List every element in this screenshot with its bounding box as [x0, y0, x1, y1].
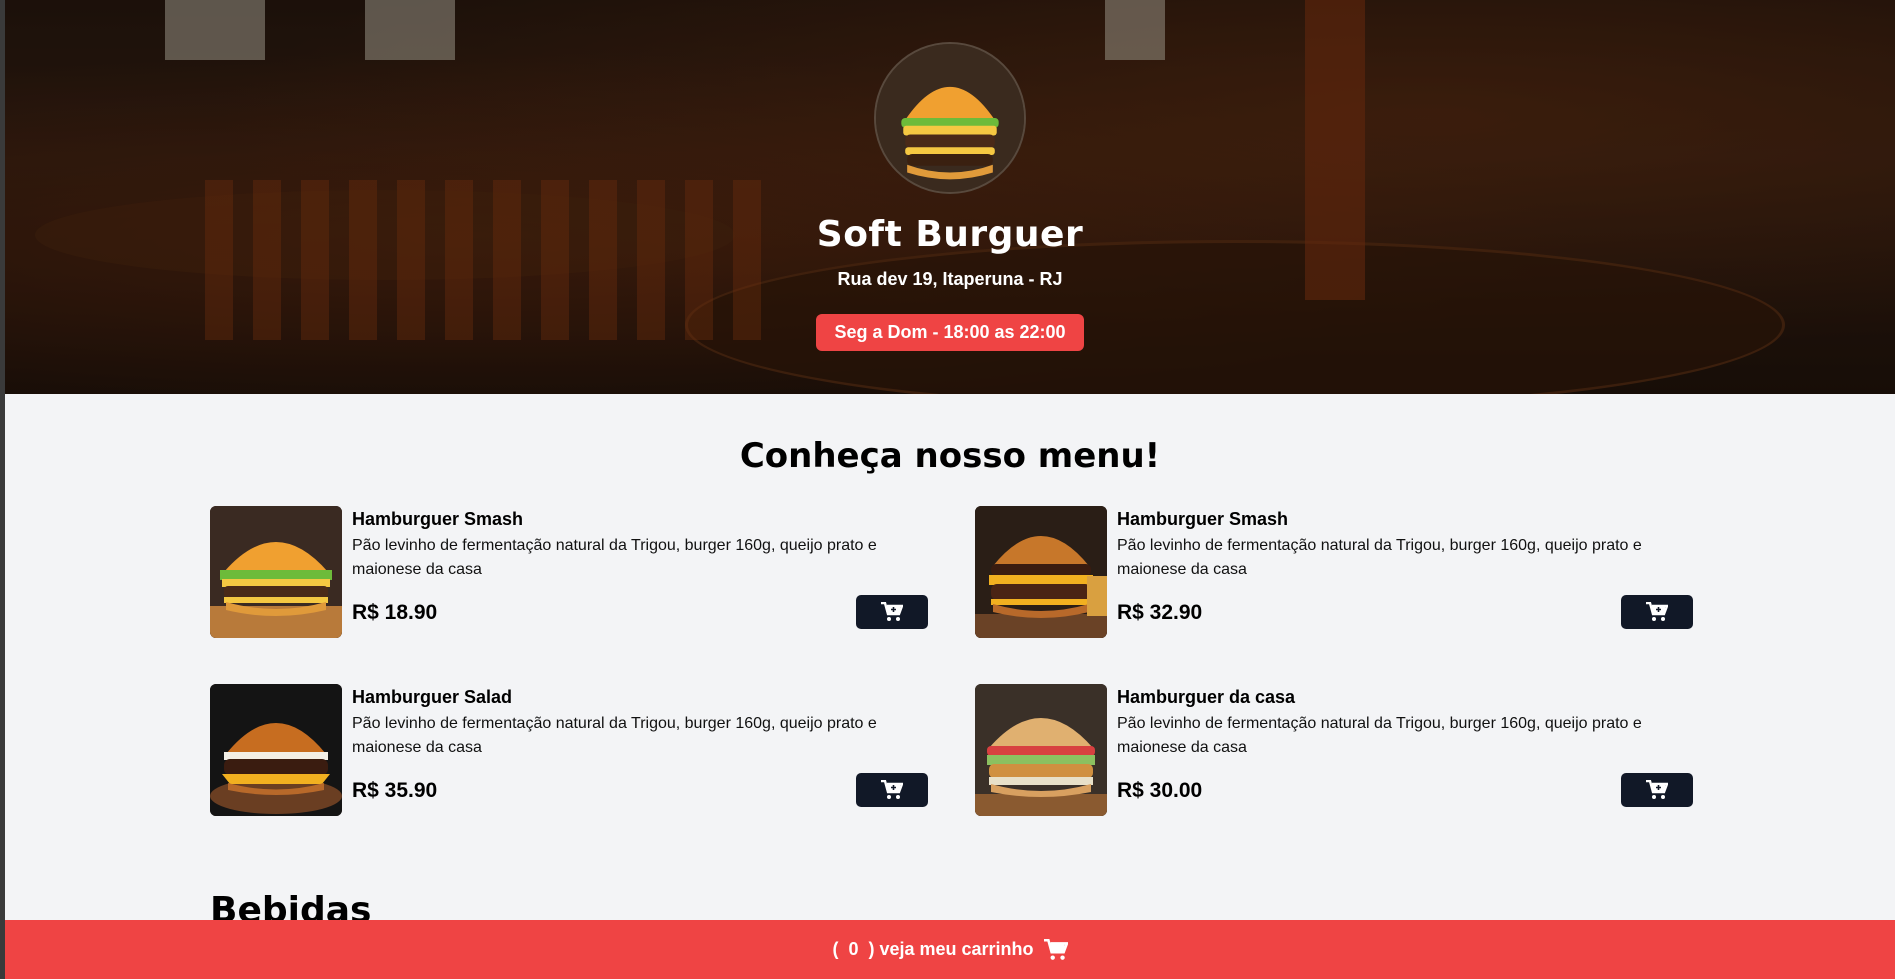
item-image: [210, 506, 342, 638]
item-name: Hamburguer Smash: [1117, 509, 1289, 529]
cart-count: 0: [848, 939, 859, 959]
item-image: [975, 684, 1107, 816]
item-price: R$ 30.00: [1117, 779, 1203, 802]
opening-hours-badge: Seg a Dom - 18:00 as 22:00: [816, 314, 1084, 351]
cart-plus-icon: [881, 602, 903, 621]
cart-plus-icon: [1646, 602, 1668, 621]
add-to-cart-button[interactable]: [1621, 773, 1693, 807]
hero-header: Soft Burguer Rua dev 19, Itaperuna - RJ …: [5, 0, 1895, 394]
cart-plus-icon: [1646, 780, 1668, 799]
menu-grid: Hamburguer Smash Pão levinho de fermenta…: [210, 506, 1700, 816]
item-name: Hamburguer Smash: [352, 509, 524, 529]
menu-heading: Conheça nosso menu!: [739, 436, 1161, 476]
menu-item: Hamburguer da casa Pão levinho de fermen…: [975, 684, 1693, 816]
burger-logo-image: [876, 44, 1024, 192]
menu-item: Hamburguer Smash Pão levinho de fermenta…: [975, 506, 1693, 638]
menu-item: Hamburguer Salad Pão levinho de fermenta…: [210, 684, 928, 816]
cart-count-open: (: [832, 939, 839, 959]
item-description: Pão levinho de fermentação natural da Tr…: [352, 715, 877, 756]
cart-icon: [1043, 938, 1068, 961]
add-to-cart-button[interactable]: [856, 773, 928, 807]
menu-item: Hamburguer Smash Pão levinho de fermenta…: [210, 506, 928, 638]
view-cart-label: ) veja meu carrinho: [868, 939, 1034, 959]
item-description: Pão levinho de fermentação natural da Tr…: [1117, 715, 1642, 756]
item-name: Hamburguer Salad: [352, 687, 513, 707]
item-description: Pão levinho de fermentação natural da Tr…: [352, 537, 877, 578]
cart-plus-icon: [881, 780, 903, 799]
item-description: Pão levinho de fermentação natural da Tr…: [1117, 537, 1642, 578]
item-price: R$ 18.90: [352, 601, 438, 624]
item-image: [975, 506, 1107, 638]
restaurant-address: Rua dev 19, Itaperuna - RJ: [837, 269, 1063, 289]
view-cart-button[interactable]: ( 0 ) veja meu carrinho: [5, 920, 1895, 979]
restaurant-logo: [874, 42, 1026, 194]
item-image: [210, 684, 342, 816]
restaurant-title: Soft Burguer: [816, 214, 1084, 255]
page: Soft Burguer Rua dev 19, Itaperuna - RJ …: [5, 0, 1895, 979]
item-price: R$ 35.90: [352, 779, 438, 802]
add-to-cart-button[interactable]: [856, 595, 928, 629]
item-price: R$ 32.90: [1117, 601, 1203, 624]
item-name: Hamburguer da casa: [1117, 687, 1296, 707]
add-to-cart-button[interactable]: [1621, 595, 1693, 629]
